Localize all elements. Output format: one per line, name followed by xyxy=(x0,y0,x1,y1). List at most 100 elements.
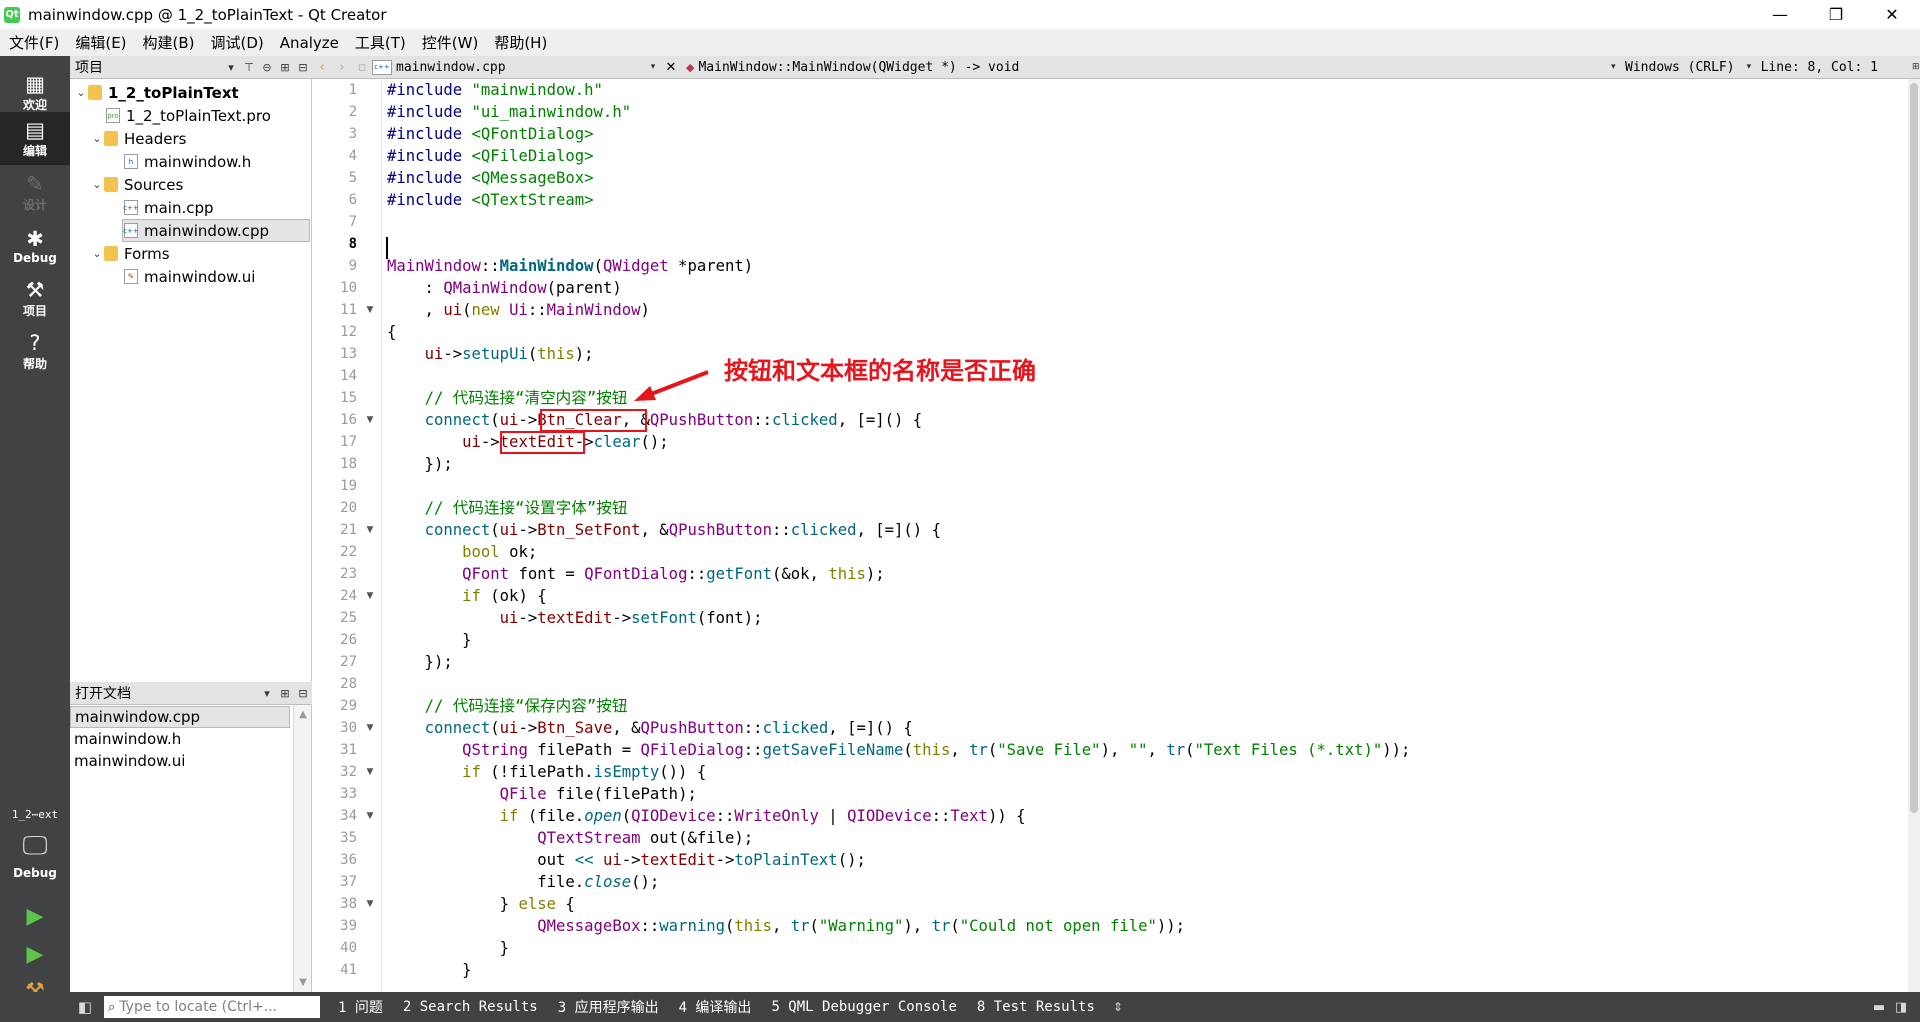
chevron-down-icon[interactable]: ⌄ xyxy=(90,178,104,191)
list-item[interactable]: mainwindow.ui xyxy=(70,750,290,772)
line-number: 39 xyxy=(340,918,357,934)
chevron-down-icon[interactable]: ▾ xyxy=(1605,62,1619,72)
tab-search-results[interactable]: 2 Search Results xyxy=(393,999,548,1015)
scroll-down-icon[interactable]: ▼ xyxy=(294,977,312,988)
chevron-down-icon[interactable]: ▾ xyxy=(646,62,660,72)
line-number: 40 xyxy=(340,940,357,956)
chevron-down-icon[interactable]: ▾ xyxy=(1741,62,1755,72)
line-number: 2 xyxy=(348,104,357,120)
mode-help[interactable]: ? 帮助 xyxy=(0,325,70,378)
close-panel-icon[interactable]: ⊟ xyxy=(294,687,312,700)
folder-icon xyxy=(104,131,118,146)
cursor-position[interactable]: Line: 8, Col: 1 xyxy=(1755,60,1884,75)
run-icon: ▶ xyxy=(26,903,44,929)
nav-forward-icon[interactable]: › xyxy=(332,60,352,75)
highlight-textedit xyxy=(500,431,585,454)
fold-marker-icon[interactable]: ▼ xyxy=(363,717,377,739)
close-icon[interactable]: ✕ xyxy=(660,60,682,75)
line-number: 15 xyxy=(340,390,357,406)
close-button[interactable]: ✕ xyxy=(1864,0,1920,29)
highlight-btn-clear xyxy=(540,409,647,432)
open-file-selector[interactable]: c++ mainwindow.cpp ▾ xyxy=(372,59,660,75)
tree-item-label: 1_2_toPlainText.pro xyxy=(126,106,271,125)
list-item[interactable]: mainwindow.h xyxy=(70,728,290,750)
menu-build[interactable]: 构建(B) xyxy=(134,32,202,53)
line-ending-selector[interactable]: Windows (CRLF) xyxy=(1619,60,1741,75)
line-number: 29 xyxy=(340,698,357,714)
tab-application-output[interactable]: 3 应用程序输出 xyxy=(548,997,669,1017)
menu-tools[interactable]: 工具(T) xyxy=(346,32,413,53)
fold-marker-icon[interactable]: ▼ xyxy=(363,585,377,607)
nav-back-icon[interactable]: ‹ xyxy=(312,60,332,75)
fold-marker-icon[interactable]: ▼ xyxy=(363,805,377,827)
tree-item-headers[interactable]: ⌄ Headers xyxy=(90,127,186,150)
scroll-up-icon[interactable]: ▲ xyxy=(294,709,312,720)
tree-item-main-cpp[interactable]: c++ main.cpp xyxy=(123,196,213,219)
link-icon[interactable]: ⊝ xyxy=(258,61,276,74)
tree-item-sources[interactable]: ⌄ Sources xyxy=(90,173,183,196)
minimize-button[interactable]: — xyxy=(1752,0,1808,29)
code-line: ui->setupUi(this); xyxy=(424,345,594,363)
code-editor[interactable]: 1 2 3 4 5 6 7 8 9 10 11 ▼ 12 13 14 15 16 ▼ 17 18 19 20 21 ▼ 22 23… xyxy=(312,79,1908,992)
tree-item-mainwindow-ui[interactable]: ✎ mainwindow.ui xyxy=(124,265,255,288)
progress-details-icon[interactable]: ▬ xyxy=(1868,996,1890,1018)
chevron-down-icon[interactable]: ⌄ xyxy=(90,132,104,145)
tree-item-root[interactable]: ⌄ 1_2_toPlainText xyxy=(74,81,238,104)
run-button[interactable]: ▶ xyxy=(22,903,48,929)
tree-item-forms[interactable]: ⌄ Forms xyxy=(90,242,169,265)
chevron-down-icon[interactable]: ⌄ xyxy=(74,86,88,99)
tab-test-results[interactable]: 8 Test Results xyxy=(967,999,1105,1015)
mode-edit[interactable]: ▤ 编辑 xyxy=(0,112,70,165)
code-line: #include <QTextStream> xyxy=(387,191,594,209)
tab-compile-output[interactable]: 4 编译输出 xyxy=(669,997,762,1017)
close-panel-icon[interactable]: ⊟ xyxy=(294,61,312,74)
fold-marker-icon[interactable]: ▼ xyxy=(363,519,377,541)
mode-design[interactable]: ✎ 设计 xyxy=(0,166,70,219)
chevron-down-icon[interactable]: ▾ xyxy=(258,687,276,700)
annotation-text: 按钮和文本框的名称是否正确 xyxy=(724,357,1036,385)
menu-edit[interactable]: 编辑(E) xyxy=(66,32,133,53)
split-icon[interactable]: ⊞ xyxy=(276,61,294,74)
symbol-selector[interactable]: ◆ MainWindow::MainWindow(QWidget *) -> v… xyxy=(682,60,1605,75)
locator-input[interactable]: ⌕ Type to locate (Ctrl+... xyxy=(104,996,320,1018)
tree-item-mainwindow-h[interactable]: h mainwindow.h xyxy=(124,150,251,173)
toggle-sidebar-icon[interactable]: ◧ xyxy=(70,992,100,1022)
filter-icon[interactable]: ⊤ xyxy=(240,61,258,74)
tree-item-mainwindow-cpp[interactable]: c++ mainwindow.cpp xyxy=(122,219,310,242)
menu-analyze[interactable]: Analyze xyxy=(271,34,346,52)
function-symbol-icon: ◆ xyxy=(686,60,695,74)
chevron-down-icon[interactable]: ▾ xyxy=(222,61,240,74)
open-docs-scrollbar[interactable]: ▲ ▼ xyxy=(293,705,311,992)
code-line: bool ok; xyxy=(462,543,538,561)
menu-debug[interactable]: 调试(D) xyxy=(202,32,271,53)
mode-debug[interactable]: ✱ Debug xyxy=(0,219,70,272)
code-line: QString filePath = QFileDialog::getSaveF… xyxy=(462,741,1411,759)
tab-issues[interactable]: 1 问题 xyxy=(328,997,393,1017)
tab-qml-debugger-console[interactable]: 5 QML Debugger Console xyxy=(761,999,966,1015)
maximize-button[interactable]: ❐ xyxy=(1808,0,1864,29)
menu-file[interactable]: 文件(F) xyxy=(0,32,66,53)
split-icon[interactable]: ⊞ xyxy=(276,687,294,700)
tree-item-pro[interactable]: pro 1_2_toPlainText.pro xyxy=(106,104,271,127)
mode-projects[interactable]: ⚒ 项目 xyxy=(0,272,70,325)
editor-scrollbar[interactable] xyxy=(1908,79,1920,992)
fold-marker-icon[interactable]: ▼ xyxy=(363,761,377,783)
menu-help[interactable]: 帮助(H) xyxy=(485,32,554,53)
debug-run-button[interactable]: ▶ xyxy=(22,941,48,967)
list-item[interactable]: mainwindow.cpp xyxy=(70,706,290,728)
chevron-down-icon[interactable]: ⌄ xyxy=(90,247,104,260)
menu-controls[interactable]: 控件(W) xyxy=(413,32,486,53)
fold-marker-icon[interactable]: ▼ xyxy=(363,409,377,431)
scrollbar-thumb[interactable] xyxy=(1910,83,1918,813)
code-line: // 代码连接“设置字体”按钮 xyxy=(424,499,628,517)
line-number: 3 xyxy=(348,126,357,142)
welcome-grid-icon: ▦ xyxy=(25,72,45,96)
title-bar: Qt mainwindow.cpp @ 1_2_toPlainText - Qt… xyxy=(0,0,1920,29)
fold-marker-icon[interactable]: ▼ xyxy=(363,893,377,915)
split-icon[interactable]: ⊞ xyxy=(1906,62,1920,72)
kit-selector[interactable]: 🖵 xyxy=(0,826,70,866)
fold-marker-icon[interactable]: ▼ xyxy=(363,299,377,321)
project-tree: ⌄ 1_2_toPlainText pro 1_2_toPlainText.pr… xyxy=(70,79,312,682)
more-tabs-icon[interactable]: ⇕ xyxy=(1105,1000,1131,1014)
toggle-output-icon[interactable]: ◨ xyxy=(1890,996,1912,1018)
